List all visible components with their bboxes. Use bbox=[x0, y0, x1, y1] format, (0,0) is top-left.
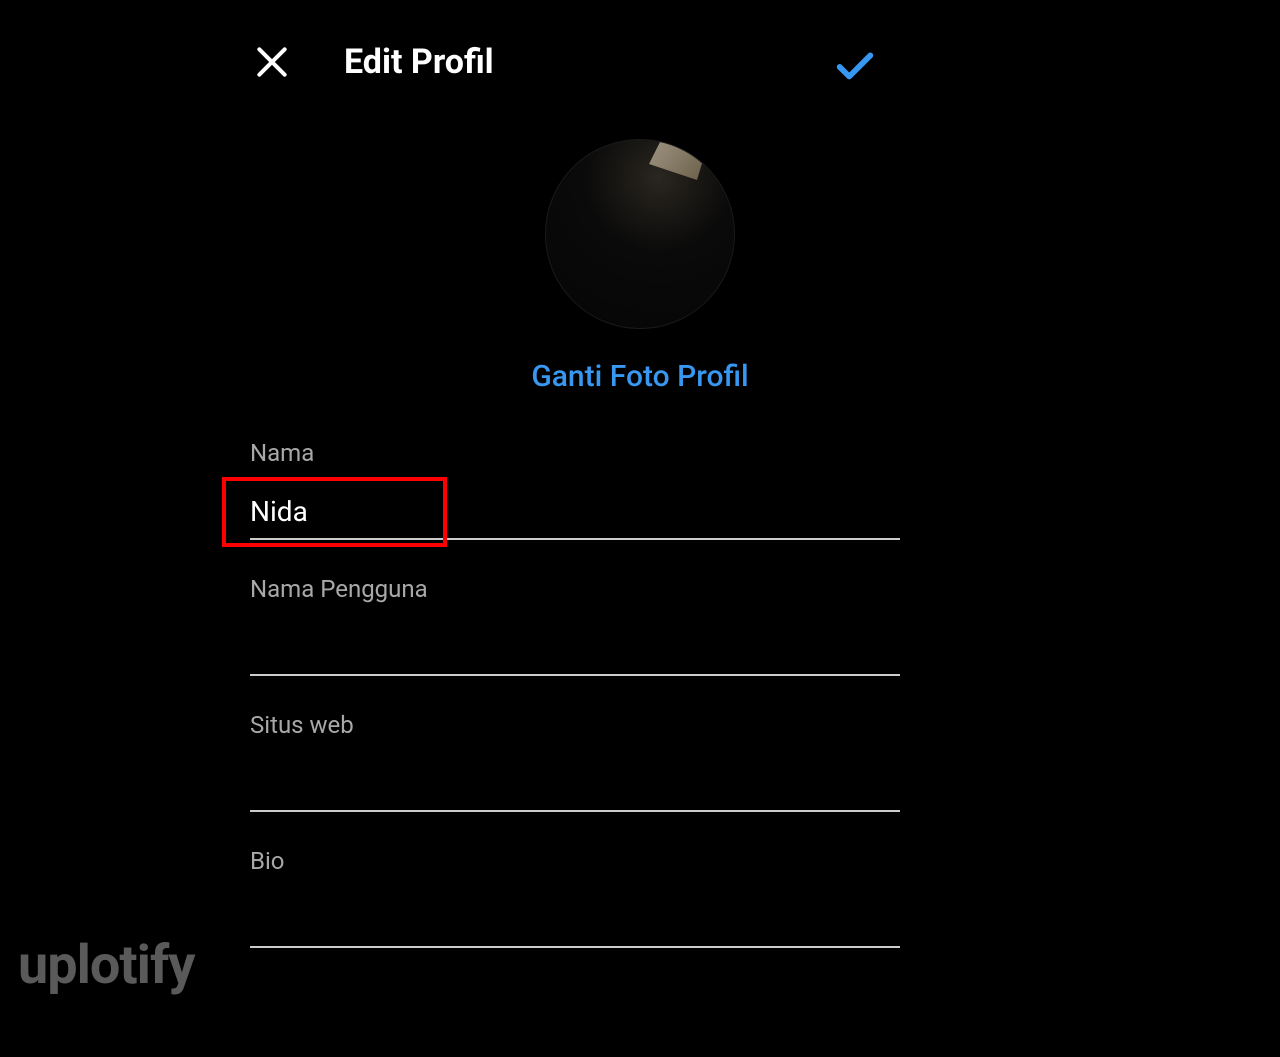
website-field-group: Situs web bbox=[250, 711, 1030, 812]
avatar[interactable] bbox=[545, 139, 735, 329]
watermark-text: uplotify bbox=[18, 934, 194, 997]
username-field-group: Nama Pengguna bbox=[250, 575, 1030, 676]
change-photo-link[interactable]: Ganti Foto Profil bbox=[531, 359, 748, 394]
bio-field-group: Bio bbox=[250, 847, 1030, 948]
username-input[interactable] bbox=[250, 621, 900, 676]
username-label: Nama Pengguna bbox=[250, 575, 1030, 603]
website-label: Situs web bbox=[250, 711, 1030, 739]
name-field-group: Nama bbox=[250, 439, 1030, 540]
close-button[interactable] bbox=[250, 40, 294, 84]
page-title: Edit Profil bbox=[344, 42, 494, 82]
website-input[interactable] bbox=[250, 757, 900, 812]
name-input[interactable] bbox=[250, 485, 900, 540]
check-icon bbox=[832, 42, 878, 88]
bio-label: Bio bbox=[250, 847, 1030, 875]
bio-input[interactable] bbox=[250, 893, 900, 948]
name-label: Nama bbox=[250, 439, 1030, 467]
close-icon bbox=[253, 43, 291, 81]
confirm-button[interactable] bbox=[830, 40, 880, 90]
